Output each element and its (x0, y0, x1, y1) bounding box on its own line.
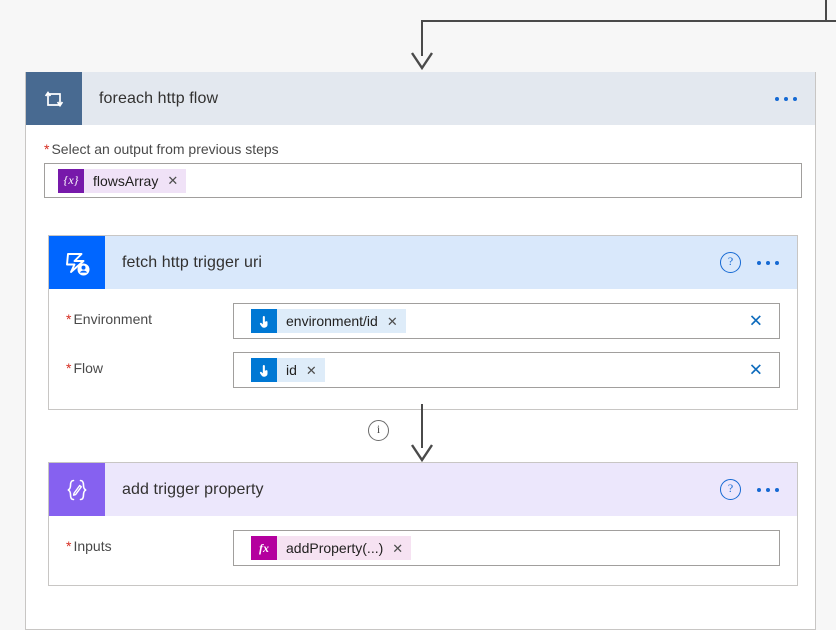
action-card-title: add trigger property (122, 480, 264, 498)
scope-card-actions (775, 72, 815, 125)
param-control-inputs: fx addProperty(...) ✕ (233, 530, 780, 566)
token-remove-icon[interactable]: ✕ (306, 364, 317, 377)
token-chip-environment-id[interactable]: environment/id ✕ (251, 309, 406, 333)
scope-output-field-label: * Select an output from previous steps (44, 141, 797, 157)
inputs-input[interactable]: fx addProperty(...) ✕ (233, 530, 780, 566)
token-chip-text: id (286, 362, 297, 378)
action-card-body: * Environment environment/id ✕ ✕ * Flow … (49, 289, 797, 388)
token-remove-icon[interactable]: ✕ (392, 542, 403, 555)
action-card-actions: ? (720, 463, 797, 516)
token-chip-label: id ✕ (277, 358, 325, 382)
token-chip-addproperty[interactable]: fx addProperty(...) ✕ (251, 536, 412, 560)
required-marker: * (66, 360, 72, 376)
action-more-commands-button[interactable] (757, 487, 779, 492)
param-label-inputs: * Inputs (66, 530, 233, 554)
token-chip-label: addProperty(...) ✕ (277, 536, 412, 560)
token-remove-icon[interactable]: ✕ (387, 315, 398, 328)
action-card-header[interactable]: add trigger property ? (49, 463, 797, 516)
required-marker: * (44, 141, 50, 157)
scope-card-body: * Select an output from previous steps {x… (26, 125, 815, 198)
param-label-environment: * Environment (66, 303, 233, 327)
clear-field-icon[interactable]: ✕ (749, 313, 763, 330)
help-icon[interactable]: ? (720, 252, 741, 273)
action-card-body: * Inputs fx addProperty(...) ✕ (49, 516, 797, 566)
scope-card-header[interactable]: foreach http flow (26, 72, 815, 125)
connector-info-icon[interactable]: i (368, 420, 389, 441)
pointer-hand-icon (251, 358, 277, 382)
action-card-actions: ? (720, 236, 797, 289)
action-more-commands-button[interactable] (757, 260, 779, 265)
power-automate-flow-icon (49, 236, 105, 289)
param-row-environment: * Environment environment/id ✕ ✕ (66, 303, 780, 339)
scope-output-input[interactable]: {x} flowsArray ✕ (44, 163, 802, 198)
scope-card-title: foreach http flow (99, 89, 219, 107)
designer-canvas: foreach http flow * Select an output from… (0, 0, 836, 630)
token-chip-flowsarray[interactable]: {x} flowsArray ✕ (58, 168, 187, 193)
help-icon[interactable]: ? (720, 479, 741, 500)
param-row-flow: * Flow id ✕ ✕ (66, 352, 780, 388)
foreach-loop-icon (26, 72, 82, 125)
param-label-text: Flow (73, 360, 104, 376)
action-card-title: fetch http trigger uri (122, 253, 263, 271)
param-row-inputs: * Inputs fx addProperty(...) ✕ (66, 530, 780, 566)
variable-token-icon: {x} (58, 168, 84, 193)
param-label-text: Environment (73, 311, 153, 327)
action-card-add-trigger-property[interactable]: add trigger property ? * Inputs fx addPr… (48, 462, 798, 586)
pointer-hand-icon (251, 309, 277, 333)
environment-input[interactable]: environment/id ✕ ✕ (233, 303, 780, 339)
required-marker: * (66, 311, 72, 327)
action-card-header[interactable]: fetch http trigger uri ? (49, 236, 797, 289)
param-control-flow: id ✕ ✕ (233, 352, 780, 388)
scope-output-label-text: Select an output from previous steps (51, 141, 279, 157)
action-card-fetch-http-trigger-uri[interactable]: fetch http trigger uri ? * Environment e… (48, 235, 798, 410)
token-chip-text: environment/id (286, 313, 378, 329)
expression-function-icon: fx (251, 536, 277, 560)
token-chip-text: flowsArray (93, 172, 159, 189)
param-label-flow: * Flow (66, 352, 233, 376)
required-marker: * (66, 538, 72, 554)
param-label-text: Inputs (73, 538, 112, 554)
token-chip-label: flowsArray ✕ (84, 168, 187, 193)
token-remove-icon[interactable]: ✕ (167, 174, 178, 187)
incoming-flow-arrow (411, 0, 836, 71)
token-chip-id[interactable]: id ✕ (251, 358, 325, 382)
param-control-environment: environment/id ✕ ✕ (233, 303, 780, 339)
flow-input[interactable]: id ✕ ✕ (233, 352, 780, 388)
token-chip-label: environment/id ✕ (277, 309, 406, 333)
clear-field-icon[interactable]: ✕ (749, 362, 763, 379)
scope-more-commands-button[interactable] (775, 96, 797, 101)
token-chip-text: addProperty(...) (286, 540, 384, 556)
compose-braces-icon (49, 463, 105, 516)
